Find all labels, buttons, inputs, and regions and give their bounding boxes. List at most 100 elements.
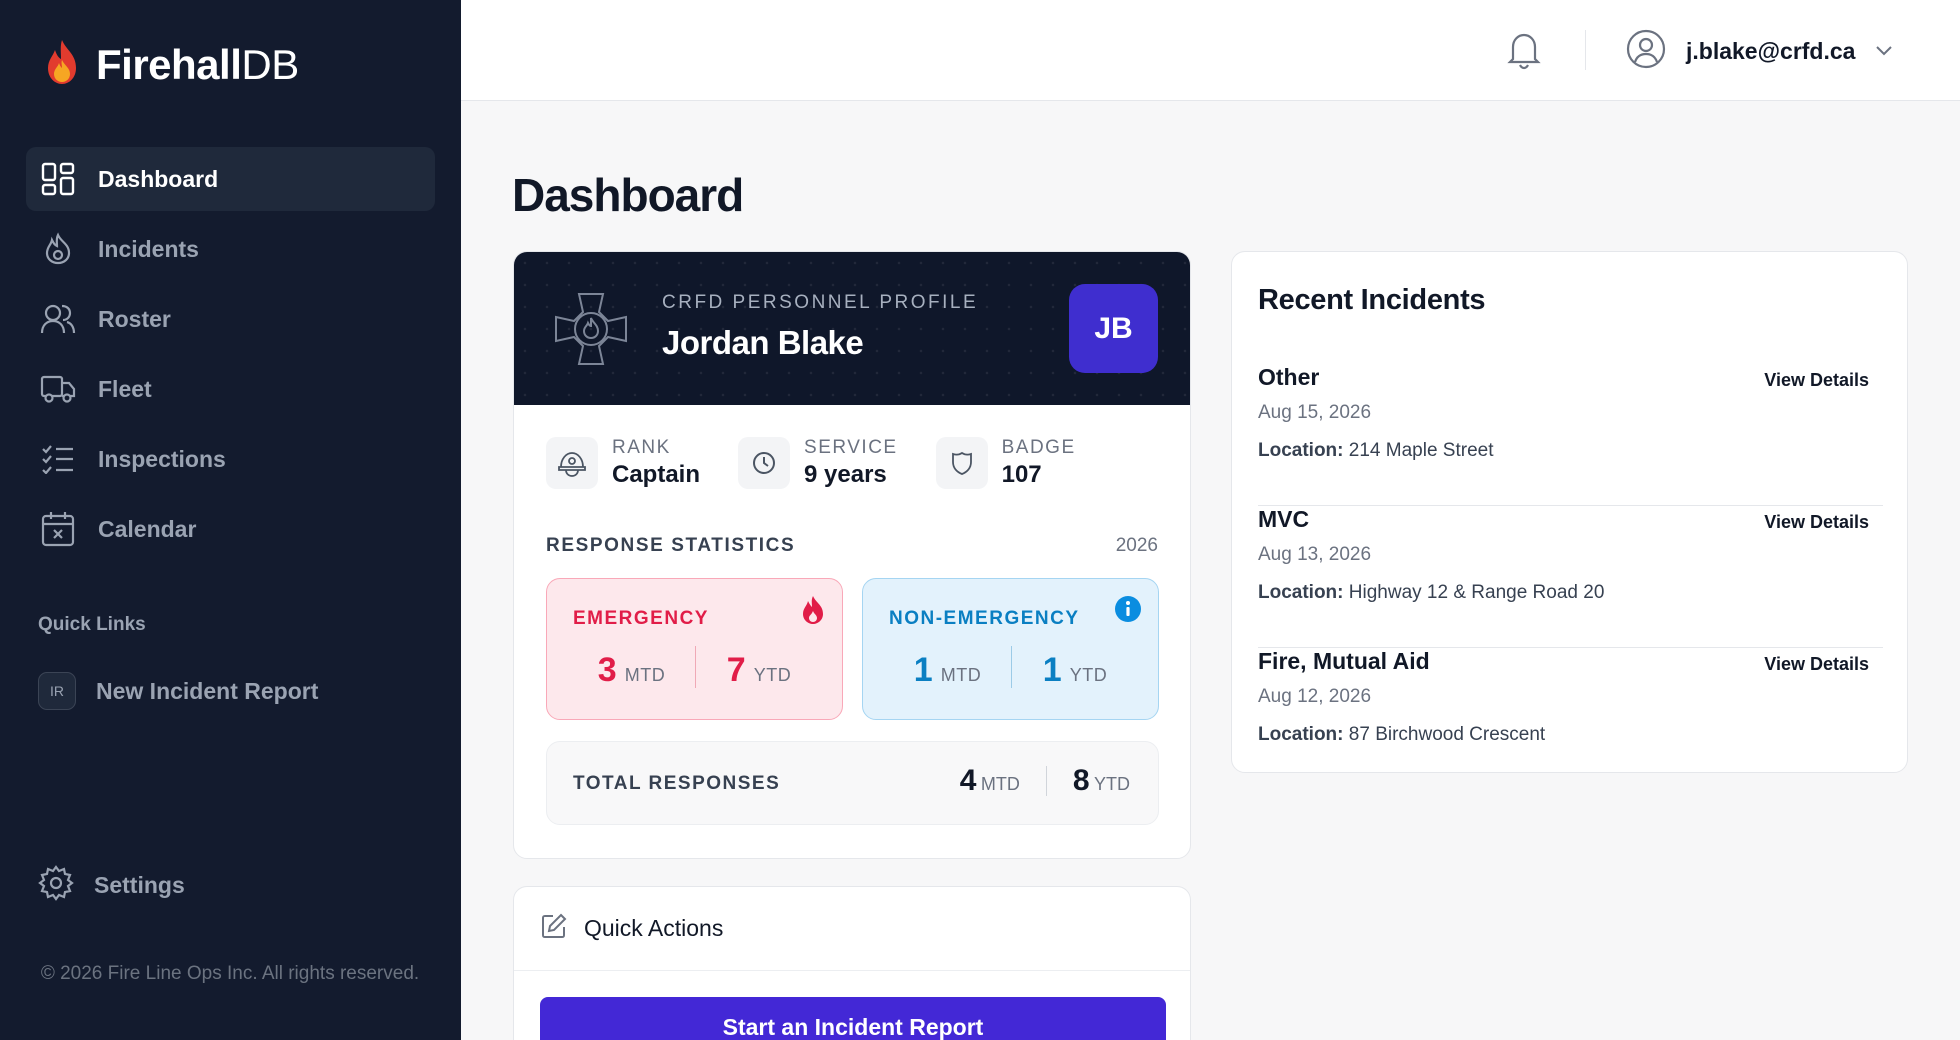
user-avatar-icon: [1626, 29, 1666, 74]
sidebar-nav: Dashboard Incidents Roster Fleet Inspect…: [26, 147, 435, 567]
non-emergency-values: 1 MTD 1 YTD: [863, 651, 1158, 690]
settings-label: Settings: [94, 872, 185, 898]
total-divider: [1045, 766, 1047, 796]
profile-header: CRFD PERSONNEL PROFILE Jordan Blake JB: [514, 252, 1190, 405]
incident-date: Aug 15, 2026: [1258, 402, 1372, 423]
incident-location: Location: 87 Birchwood Crescent: [1258, 724, 1545, 746]
quick-link-new-incident-report[interactable]: IR New Incident Report: [38, 672, 318, 710]
fact-service: SERVICE 9 years: [738, 437, 898, 489]
profile-name: Jordan Blake: [662, 324, 864, 361]
incident-date: Aug 12, 2026: [1258, 686, 1372, 707]
flame-icon: [800, 595, 826, 630]
sidebar-item-fleet[interactable]: Fleet: [26, 357, 435, 421]
incident-type: MVC: [1258, 506, 1310, 532]
unit-label: MTD: [940, 665, 982, 685]
personnel-profile-card: CRFD PERSONNEL PROFILE Jordan Blake JB R…: [513, 251, 1191, 859]
location-label: Location:: [1258, 582, 1344, 603]
ir-badge: IR: [38, 672, 76, 710]
incident-date: Aug 13, 2026: [1258, 544, 1372, 565]
checklist-icon: [38, 439, 78, 479]
list-item: MVC View Details Aug 13, 2026 Location: …: [1258, 506, 1883, 648]
location-value: Highway 12 & Range Road 20: [1348, 582, 1605, 603]
badge-icon: [935, 437, 988, 489]
bell-icon[interactable]: [1506, 30, 1542, 75]
quick-actions-header: Quick Actions: [514, 887, 1190, 971]
user-email: j.blake@crfd.ca: [1686, 38, 1856, 64]
sidebar-item-dashboard[interactable]: Dashboard: [26, 147, 435, 211]
incident-type: Fire, Mutual Aid: [1258, 648, 1430, 674]
quick-actions-title: Quick Actions: [584, 915, 724, 941]
location-label: Location:: [1258, 440, 1344, 461]
copyright: © 2026 Fire Line Ops Inc. All rights res…: [40, 963, 420, 984]
incident-type: Other: [1258, 364, 1320, 390]
non-emergency-stats: NON-EMERGENCY 1 MTD 1 YTD: [862, 578, 1159, 720]
location-value: 87 Birchwood Crescent: [1348, 724, 1546, 745]
fact-label: SERVICE: [804, 437, 898, 458]
fact-badge: BADGE 107: [935, 437, 1076, 489]
view-details-link[interactable]: View Details: [1764, 512, 1869, 533]
response-statistics-title: RESPONSE STATISTICS: [546, 535, 796, 556]
calendar-icon: [38, 509, 78, 549]
fact-value: 107: [1001, 461, 1042, 488]
truck-icon: [38, 369, 78, 409]
unit-label: YTD: [1069, 665, 1108, 685]
non-emergency-ytd: 1: [1042, 651, 1062, 689]
profile-subtitle: CRFD PERSONNEL PROFILE: [662, 292, 979, 313]
list-item: Other View Details Aug 15, 2026 Location…: [1258, 364, 1883, 506]
quick-links-title: Quick Links: [38, 614, 146, 635]
page-title: Dashboard: [512, 169, 744, 221]
fact-value: Captain: [612, 461, 701, 488]
emergency-title: EMERGENCY: [573, 608, 709, 629]
start-incident-report-button[interactable]: Start an Incident Report: [540, 997, 1166, 1040]
emergency-mtd: 3: [597, 651, 617, 689]
quick-actions-card: Quick Actions Start an Incident Report: [513, 886, 1191, 1040]
non-emergency-title: NON-EMERGENCY: [889, 608, 1080, 629]
app-logo-text: FirehallDB: [96, 40, 299, 88]
user-menu[interactable]: j.blake@crfd.ca: [1626, 29, 1893, 74]
unit-label: MTD: [980, 774, 1020, 794]
quick-link-label: New Incident Report: [96, 677, 319, 704]
info-icon: [1114, 595, 1142, 628]
unit-label: MTD: [624, 665, 666, 685]
recent-incidents-card: Recent Incidents Other View Details Aug …: [1231, 251, 1908, 773]
users-icon: [38, 299, 78, 339]
incident-location: Location: 214 Maple Street: [1258, 440, 1493, 462]
emergency-values: 3 MTD 7 YTD: [547, 651, 842, 690]
view-details-link[interactable]: View Details: [1764, 370, 1869, 391]
recent-incidents-title: Recent Incidents: [1258, 284, 1486, 316]
sidebar-item-roster[interactable]: Roster: [26, 287, 435, 351]
total-mtd: 4: [959, 764, 977, 797]
sidebar-item-label: Calendar: [98, 515, 197, 542]
sidebar-item-label: Roster: [98, 305, 171, 332]
sidebar-item-calendar[interactable]: Calendar: [26, 497, 435, 561]
flame-logo-icon: [42, 38, 82, 91]
total-responses: TOTAL RESPONSES 4 MTD 8 YTD: [546, 741, 1159, 825]
maltese-cross-icon: [552, 290, 630, 373]
edit-icon: [540, 912, 568, 945]
sidebar: FirehallDB Dashboard Incidents Roster Fl…: [0, 0, 461, 1040]
header-divider: [1585, 30, 1586, 70]
fact-label: BADGE: [1001, 437, 1076, 458]
fact-value: 9 years: [804, 461, 887, 488]
fact-rank: RANK Captain: [546, 437, 700, 489]
sidebar-item-incidents[interactable]: Incidents: [26, 217, 435, 281]
app-logo[interactable]: FirehallDB: [42, 38, 299, 91]
response-statistics-year: 2026: [1115, 535, 1158, 556]
profile-facts: RANK Captain SERVICE 9 years BADGE 107: [546, 437, 1076, 489]
sidebar-item-inspections[interactable]: Inspections: [26, 427, 435, 491]
unit-label: YTD: [1094, 774, 1130, 794]
list-item: Fire, Mutual Aid View Details Aug 12, 20…: [1258, 648, 1883, 790]
flame-icon: [38, 229, 78, 269]
gear-icon: [38, 865, 74, 906]
avatar: JB: [1069, 284, 1158, 373]
top-bar: j.blake@crfd.ca: [461, 0, 1960, 101]
view-details-link[interactable]: View Details: [1764, 654, 1869, 675]
helmet-icon: [546, 437, 598, 489]
sidebar-item-label: Inspections: [98, 445, 226, 472]
chevron-down-icon: [1875, 43, 1893, 61]
emergency-ytd: 7: [726, 651, 746, 689]
non-emergency-mtd: 1: [913, 651, 933, 689]
total-responses-label: TOTAL RESPONSES: [573, 773, 781, 794]
sidebar-item-settings[interactable]: Settings: [38, 865, 185, 906]
sidebar-item-label: Dashboard: [98, 165, 219, 192]
